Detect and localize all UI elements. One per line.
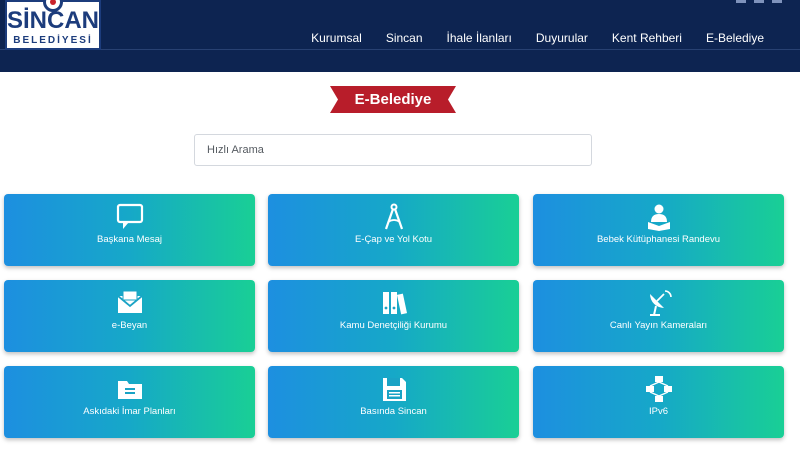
utility-mark [772, 0, 782, 3]
tile-bebek-kutuphanesi-randevu[interactable]: Bebek Kütüphanesi Randevu [533, 194, 784, 266]
page-title-ribbon: E-Belediye [330, 86, 456, 113]
binders-icon [382, 292, 407, 315]
tile-baskana-mesaj[interactable]: Başkana Mesaj [4, 194, 255, 266]
nav-item-duyurular[interactable]: Duyurular [524, 30, 600, 46]
tile-askidaki-imar-planlari[interactable]: Askıdaki İmar Planları [4, 366, 255, 438]
top-utility-links [736, 0, 782, 6]
chat-bubble-icon [116, 203, 143, 229]
tile-label: Basında Sincan [360, 406, 427, 417]
tile-label: Bebek Kütüphanesi Randevu [596, 234, 721, 245]
utility-mark [754, 0, 764, 3]
header-divider [0, 49, 800, 50]
envelope-icon [116, 290, 143, 313]
tile-label: IPv6 [648, 406, 668, 417]
network-icon [645, 376, 672, 402]
tile-e-cap-ve-yol-kotu[interactable]: E-Çap ve Yol Kotu [268, 194, 519, 266]
nav-item-sincan[interactable]: Sincan [374, 30, 435, 46]
nav-item-ihale-ilanlari[interactable]: İhale İlanları [435, 30, 524, 46]
quick-search-input[interactable] [194, 134, 592, 166]
page-title: E-Belediye [354, 91, 432, 108]
tile-e-beyan[interactable]: e-Beyan [4, 280, 255, 352]
utility-mark [736, 0, 746, 3]
satellite-dish-icon [649, 290, 672, 316]
main-nav: Kurumsal Sincan İhale İlanları Duyurular… [299, 30, 776, 46]
tile-ipv6[interactable]: IPv6 [533, 366, 784, 438]
tile-kamu-denetciligi-kurumu[interactable]: Kamu Denetçiliği Kurumu [268, 280, 519, 352]
tile-label: e-Beyan [111, 320, 148, 331]
folder-icon [117, 381, 142, 399]
site-header: SİNCAN BELEDİYESİ Kurumsal Sincan İhale … [0, 0, 800, 72]
floppy-disk-icon [382, 378, 406, 401]
tile-canli-yayin-kameralari[interactable]: Canlı Yayın Kameraları [533, 280, 784, 352]
tile-label: Canlı Yayın Kameraları [609, 320, 708, 331]
nav-item-kent-rehberi[interactable]: Kent Rehberi [600, 30, 694, 46]
site-logo[interactable]: SİNCAN BELEDİYESİ [5, 0, 101, 50]
nav-item-e-belediye[interactable]: E-Belediye [694, 30, 776, 46]
tile-label: Başkana Mesaj [97, 234, 162, 245]
logo-subtitle: BELEDİYESİ [13, 35, 93, 46]
tile-label: E-Çap ve Yol Kotu [354, 234, 433, 245]
tile-label: Askıdaki İmar Planları [83, 406, 176, 417]
reader-icon [647, 204, 670, 231]
tile-label: Kamu Denetçiliği Kurumu [339, 320, 448, 331]
nav-item-kurumsal[interactable]: Kurumsal [299, 30, 374, 46]
tile-basinda-sincan[interactable]: Basında Sincan [268, 366, 519, 438]
logo-name: SİNCAN [7, 7, 100, 34]
compass-icon [384, 203, 403, 230]
